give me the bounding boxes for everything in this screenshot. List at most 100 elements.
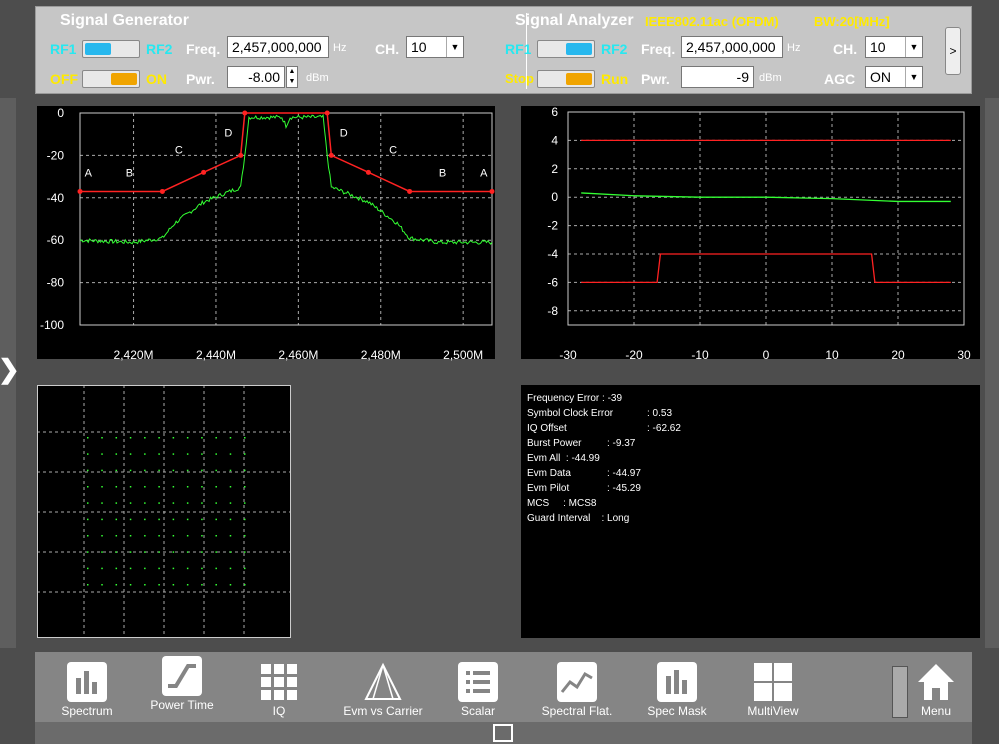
constellation-point <box>101 502 103 504</box>
sa-freq-input[interactable]: 2,457,000,000 <box>681 36 783 58</box>
wave-icon <box>557 662 597 702</box>
constellation-point <box>101 551 103 553</box>
constellation-point <box>115 469 118 472</box>
constellation-point <box>101 453 103 455</box>
sg-freq-label: Freq. <box>186 41 221 57</box>
mask-point <box>77 188 83 194</box>
constellation-point <box>172 551 175 553</box>
evm-y-ticks: 6 4 2 0 -2 -4 -6 -8 <box>547 106 558 318</box>
mask-line <box>80 112 492 193</box>
constellation-point <box>229 437 232 439</box>
sa-channel-select[interactable]: 10 ▼ <box>865 36 923 58</box>
sym-clock-label: Symbol Clock Error <box>527 408 614 419</box>
y-tick-label: -4 <box>547 247 558 261</box>
constellation-point <box>87 518 89 521</box>
constellation-point <box>215 469 217 472</box>
constellation-point <box>229 486 232 488</box>
constellation-point <box>129 567 132 570</box>
evm-pilot-label: Evm Pilot <box>527 483 570 494</box>
constellation-point <box>229 535 232 537</box>
measurement-info-panel: Frequency Error : -39 Symbol Clock Error… <box>521 385 980 638</box>
constellation-point <box>129 518 132 521</box>
constellation-point <box>115 535 118 537</box>
iq-button[interactable]: IQ <box>234 652 324 722</box>
constellation-chart <box>37 385 291 638</box>
sg-power-toggle[interactable] <box>82 70 140 88</box>
mask-point <box>159 188 165 194</box>
constellation-point <box>172 518 175 521</box>
x-tick-label: 30 <box>957 348 971 362</box>
evm-carrier-button[interactable]: Evm vs Carrier <box>338 652 428 722</box>
multiview-icon <box>754 663 792 701</box>
constellation-point <box>87 584 89 586</box>
spectrum-button[interactable]: Spectrum <box>42 652 132 722</box>
sg-rf2-label: RF2 <box>146 41 173 57</box>
chevron-down-icon: ▼ <box>446 37 463 57</box>
mcs-row: MCS : MCS8 <box>527 498 597 509</box>
constellation-point <box>115 502 118 504</box>
constellation-point <box>186 551 189 553</box>
sg-rf-toggle[interactable] <box>82 40 140 58</box>
signal-analyzer-title: Signal Analyzer <box>515 12 634 29</box>
guard-interval-row: Guard Interval : Long <box>527 513 630 524</box>
constellation-point <box>87 567 89 570</box>
constellation-point <box>129 551 132 553</box>
evm-data-label: Evm Data <box>527 468 571 479</box>
constellation-point <box>201 584 203 586</box>
menu-button[interactable]: Menu <box>891 652 981 722</box>
constellation-point <box>158 453 160 455</box>
scalar-button[interactable]: Scalar <box>433 652 523 722</box>
spec-mask-button[interactable]: Spec Mask <box>632 652 722 722</box>
step-wave-icon <box>162 656 202 696</box>
sg-pwr-spinner[interactable]: ▲ ▼ <box>286 66 298 88</box>
sa-agc-label: AGC <box>824 71 856 87</box>
more-button[interactable]: > <box>945 27 961 75</box>
burst-power-label: Burst Power <box>527 438 582 449</box>
constellation-point <box>172 502 175 504</box>
evm-data-value: : -44.97 <box>607 468 641 479</box>
x-tick-label: -30 <box>559 348 577 362</box>
sa-run-toggle[interactable] <box>537 70 595 88</box>
sa-pwr-input[interactable]: -9 <box>681 66 754 88</box>
mask-point <box>407 188 413 194</box>
constellation-point <box>158 502 160 504</box>
constellation-point <box>158 551 160 553</box>
sa-freq-unit: Hz <box>787 42 801 54</box>
square-nav-icon[interactable] <box>493 724 513 742</box>
sa-rf-toggle[interactable] <box>537 40 595 58</box>
sg-freq-input[interactable]: 2,457,000,000 <box>227 36 329 58</box>
constellation-point <box>229 469 232 472</box>
spectrum-chart: 0 -20 -40 -60 -80 -100 A B C D D C B A <box>37 106 495 359</box>
constellation-point <box>144 567 146 570</box>
constellation-point <box>101 584 103 586</box>
iq-offset-label: IQ Offset <box>527 423 567 434</box>
evm-grid <box>567 111 965 326</box>
x-tick-label: 2,500M <box>443 348 484 362</box>
constellation-point <box>201 551 203 553</box>
sg-off-label: OFF <box>50 71 78 87</box>
constellation-point <box>115 453 118 455</box>
x-tick-label: 10 <box>825 348 839 362</box>
constellation-point <box>215 535 217 537</box>
sg-channel-select[interactable]: 10 ▼ <box>406 36 464 58</box>
constellation-point <box>244 437 246 439</box>
left-drawer-handle[interactable]: ❯ <box>0 98 20 648</box>
constellation-point <box>144 502 146 504</box>
constellation-point <box>215 437 217 439</box>
sg-pwr-input[interactable]: -8.00 <box>227 66 285 88</box>
sg-pwr-label: Pwr. <box>186 71 215 87</box>
mask-label: A <box>85 168 93 180</box>
constellation-point <box>129 584 132 586</box>
constellation-point <box>87 437 89 439</box>
sa-stop-label: Stop <box>505 71 534 86</box>
sym-clock-value: : 0.53 <box>647 408 673 419</box>
right-drawer-handle[interactable] <box>985 98 999 648</box>
sa-agc-select[interactable]: ON ▼ <box>865 66 923 88</box>
constellation-point <box>172 584 175 586</box>
spectral-flat-button[interactable]: Spectral Flat. <box>532 652 622 722</box>
constellation-point <box>101 437 103 439</box>
constellation-point <box>115 486 118 488</box>
power-time-button[interactable]: Power Time <box>137 646 227 716</box>
x-tick-label: 0 <box>762 348 770 362</box>
multiview-button[interactable]: MultiView <box>728 652 818 722</box>
